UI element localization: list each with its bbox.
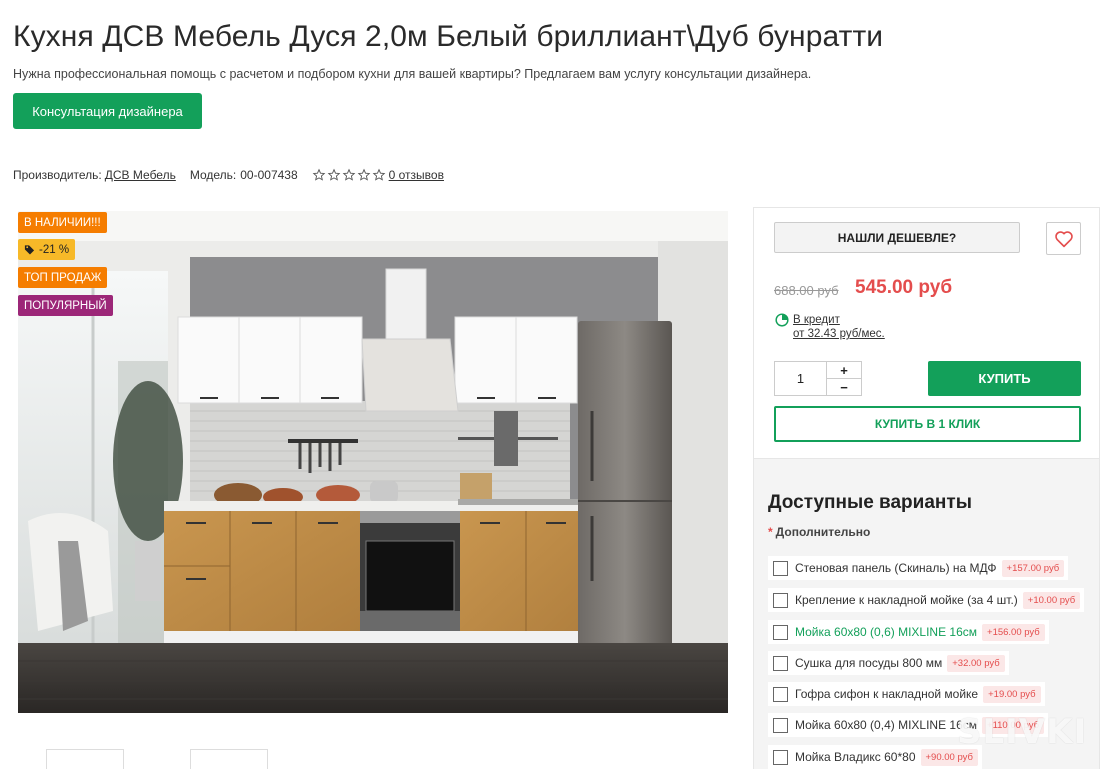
manufacturer-label: Производитель: bbox=[13, 168, 102, 182]
option-price: +156.00 руб bbox=[982, 623, 1045, 641]
quantity-increase-button[interactable]: + bbox=[827, 362, 861, 379]
star-icon bbox=[342, 168, 355, 181]
tag-icon bbox=[24, 245, 35, 255]
option-item[interactable]: Гофра сифон к накладной мойке +19.00 руб bbox=[768, 682, 1045, 706]
option-item[interactable]: Мойка Владикс 60*80 +90.00 руб bbox=[768, 745, 982, 769]
quantity-stepper: + − bbox=[774, 361, 862, 396]
old-price: 688.00 руб bbox=[774, 283, 839, 298]
star-icon bbox=[312, 168, 325, 181]
buy-button[interactable]: КУПИТЬ bbox=[928, 361, 1081, 396]
page-subtitle: Нужна профессиональная помощь с расчетом… bbox=[13, 67, 812, 81]
option-price: +32.00 руб bbox=[947, 654, 1005, 672]
star-icon bbox=[357, 168, 370, 181]
option-item[interactable]: Стеновая панель (Скиналь) на МДФ +157.00… bbox=[768, 556, 1069, 580]
option-price: +19.00 руб bbox=[983, 685, 1041, 703]
pie-chart-icon bbox=[775, 313, 789, 327]
option-label: Гофра сифон к накладной мойке bbox=[795, 687, 979, 701]
option-label: Крепление к накладной мойке (за 4 шт.) bbox=[795, 593, 1018, 607]
option-label: Сушка для посуды 800 мм bbox=[795, 656, 943, 670]
product-meta: Производитель: ДСВ Мебель Модель: 00-007… bbox=[13, 168, 444, 182]
option-item[interactable]: Мойка 60х80 (0,6) MIXLINE 16см +156.00 р… bbox=[768, 620, 1049, 644]
star-icon bbox=[327, 168, 340, 181]
option-label: Мойка 60х80 (0,4) MIXLINE 16см bbox=[795, 718, 978, 732]
discount-value: -21 % bbox=[39, 243, 70, 256]
watermark: SLIVKI bbox=[957, 712, 1088, 752]
thumbnail[interactable] bbox=[46, 749, 124, 769]
product-image[interactable] bbox=[18, 211, 728, 713]
heart-icon bbox=[1054, 230, 1073, 247]
page-title: Кухня ДСВ Мебель Дуся 2,0м Белый бриллиа… bbox=[13, 20, 884, 53]
option-checkbox[interactable] bbox=[773, 592, 788, 608]
option-price: +10.00 руб bbox=[1022, 591, 1081, 609]
option-checkbox[interactable] bbox=[773, 686, 788, 702]
option-checkbox[interactable] bbox=[773, 749, 788, 765]
in-stock-badge: В НАЛИЧИИ!!! bbox=[18, 212, 107, 233]
star-icon bbox=[372, 168, 385, 181]
variants-title: Доступные варианты bbox=[768, 492, 972, 513]
buy-one-click-button[interactable]: КУПИТЬ В 1 КЛИК bbox=[774, 406, 1081, 442]
option-checkbox[interactable] bbox=[773, 560, 788, 576]
option-checkbox[interactable] bbox=[773, 717, 788, 733]
option-item[interactable]: Крепление к накладной мойке (за 4 шт.) +… bbox=[768, 588, 1085, 612]
quantity-decrease-button[interactable]: − bbox=[827, 379, 861, 395]
option-label: Мойка Владикс 60*80 bbox=[795, 750, 916, 764]
reviews-link[interactable]: 0 отзывов bbox=[389, 168, 444, 182]
option-label: Мойка 60х80 (0,6) MIXLINE 16см bbox=[795, 625, 978, 639]
designer-consultation-button[interactable]: Консультация дизайнера bbox=[13, 93, 202, 129]
option-item[interactable]: Сушка для посуды 800 мм +32.00 руб bbox=[768, 651, 1009, 675]
found-cheaper-button[interactable]: НАШЛИ ДЕШЕВЛЕ? bbox=[774, 222, 1020, 253]
variants-required-label: * Дополнительно bbox=[768, 525, 871, 539]
wishlist-button[interactable] bbox=[1046, 222, 1081, 255]
model-value: 00-007438 bbox=[240, 168, 298, 182]
option-label: Стеновая панель (Скиналь) на МДФ bbox=[795, 561, 997, 575]
manufacturer-link[interactable]: ДСВ Мебель bbox=[105, 168, 176, 182]
top-sales-badge: ТОП ПРОДАЖ bbox=[18, 267, 108, 288]
credit-label[interactable]: В кредит bbox=[793, 313, 885, 327]
option-checkbox[interactable] bbox=[773, 624, 788, 640]
discount-badge: -21 % bbox=[18, 239, 76, 260]
current-price: 545.00 руб bbox=[855, 277, 953, 298]
option-checkbox[interactable] bbox=[773, 655, 788, 671]
option-price: +157.00 руб bbox=[1001, 559, 1065, 577]
kitchen-illustration bbox=[18, 211, 728, 713]
popular-badge: ПОПУЛЯРНЫЙ bbox=[18, 295, 113, 316]
rating-stars bbox=[312, 168, 386, 182]
model-label: Модель: bbox=[189, 168, 237, 182]
quantity-input[interactable] bbox=[775, 362, 827, 395]
thumbnail[interactable] bbox=[190, 749, 268, 769]
credit-amount[interactable]: от 32.43 руб/мес. bbox=[793, 327, 885, 341]
credit-offer[interactable]: В кредит от 32.43 руб/мес. bbox=[775, 313, 885, 341]
